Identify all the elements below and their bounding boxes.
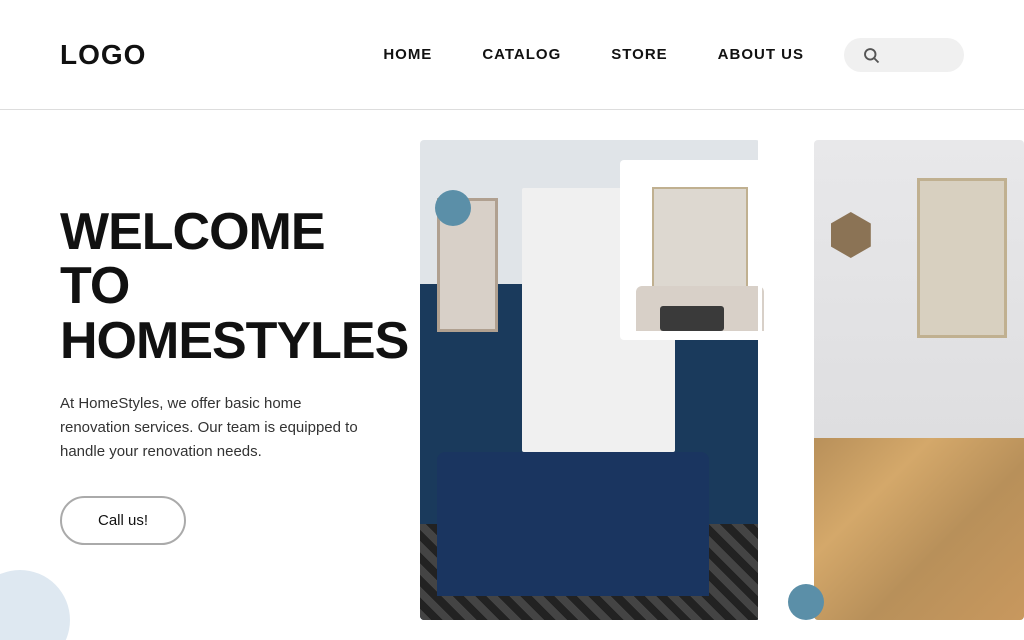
floating-white-panel [620, 160, 780, 340]
nav: HOME CATALOG STORE ABOUT US [383, 46, 804, 63]
search-icon [862, 46, 880, 64]
image-panel-wooden-room [814, 140, 1024, 620]
nav-item-catalog[interactable]: CATALOG [482, 46, 561, 63]
main-section: WELCOME TO HOMESTYLES At HomeStyles, we … [0, 110, 1024, 640]
hero-content: WELCOME TO HOMESTYLES At HomeStyles, we … [0, 110, 420, 640]
floor-carpet [420, 524, 760, 620]
hero-description: At HomeStyles, we offer basic home renov… [60, 392, 360, 464]
nav-item-home[interactable]: HOME [383, 46, 432, 63]
decorative-circle-bottom-left [0, 570, 70, 640]
logo[interactable]: LOGO [60, 39, 146, 71]
wooden-room-scene [814, 140, 1024, 620]
cta-button[interactable]: Call us! [60, 496, 186, 545]
nav-item-store[interactable]: STORE [611, 46, 667, 63]
search-box[interactable] [844, 38, 964, 72]
nav-item-about-us[interactable]: ABOUT US [718, 46, 804, 63]
header: LOGO HOME CATALOG STORE ABOUT US [0, 0, 1024, 110]
decorative-circle-bottom-right [788, 584, 824, 620]
hexagon-wall-decor [831, 212, 871, 258]
coffee-table-overlay [660, 306, 724, 331]
hero-image-collage [420, 110, 1024, 640]
decorative-circle-top [435, 190, 471, 226]
hero-headline: WELCOME TO HOMESTYLES [60, 205, 360, 369]
panel-divider [758, 140, 762, 620]
